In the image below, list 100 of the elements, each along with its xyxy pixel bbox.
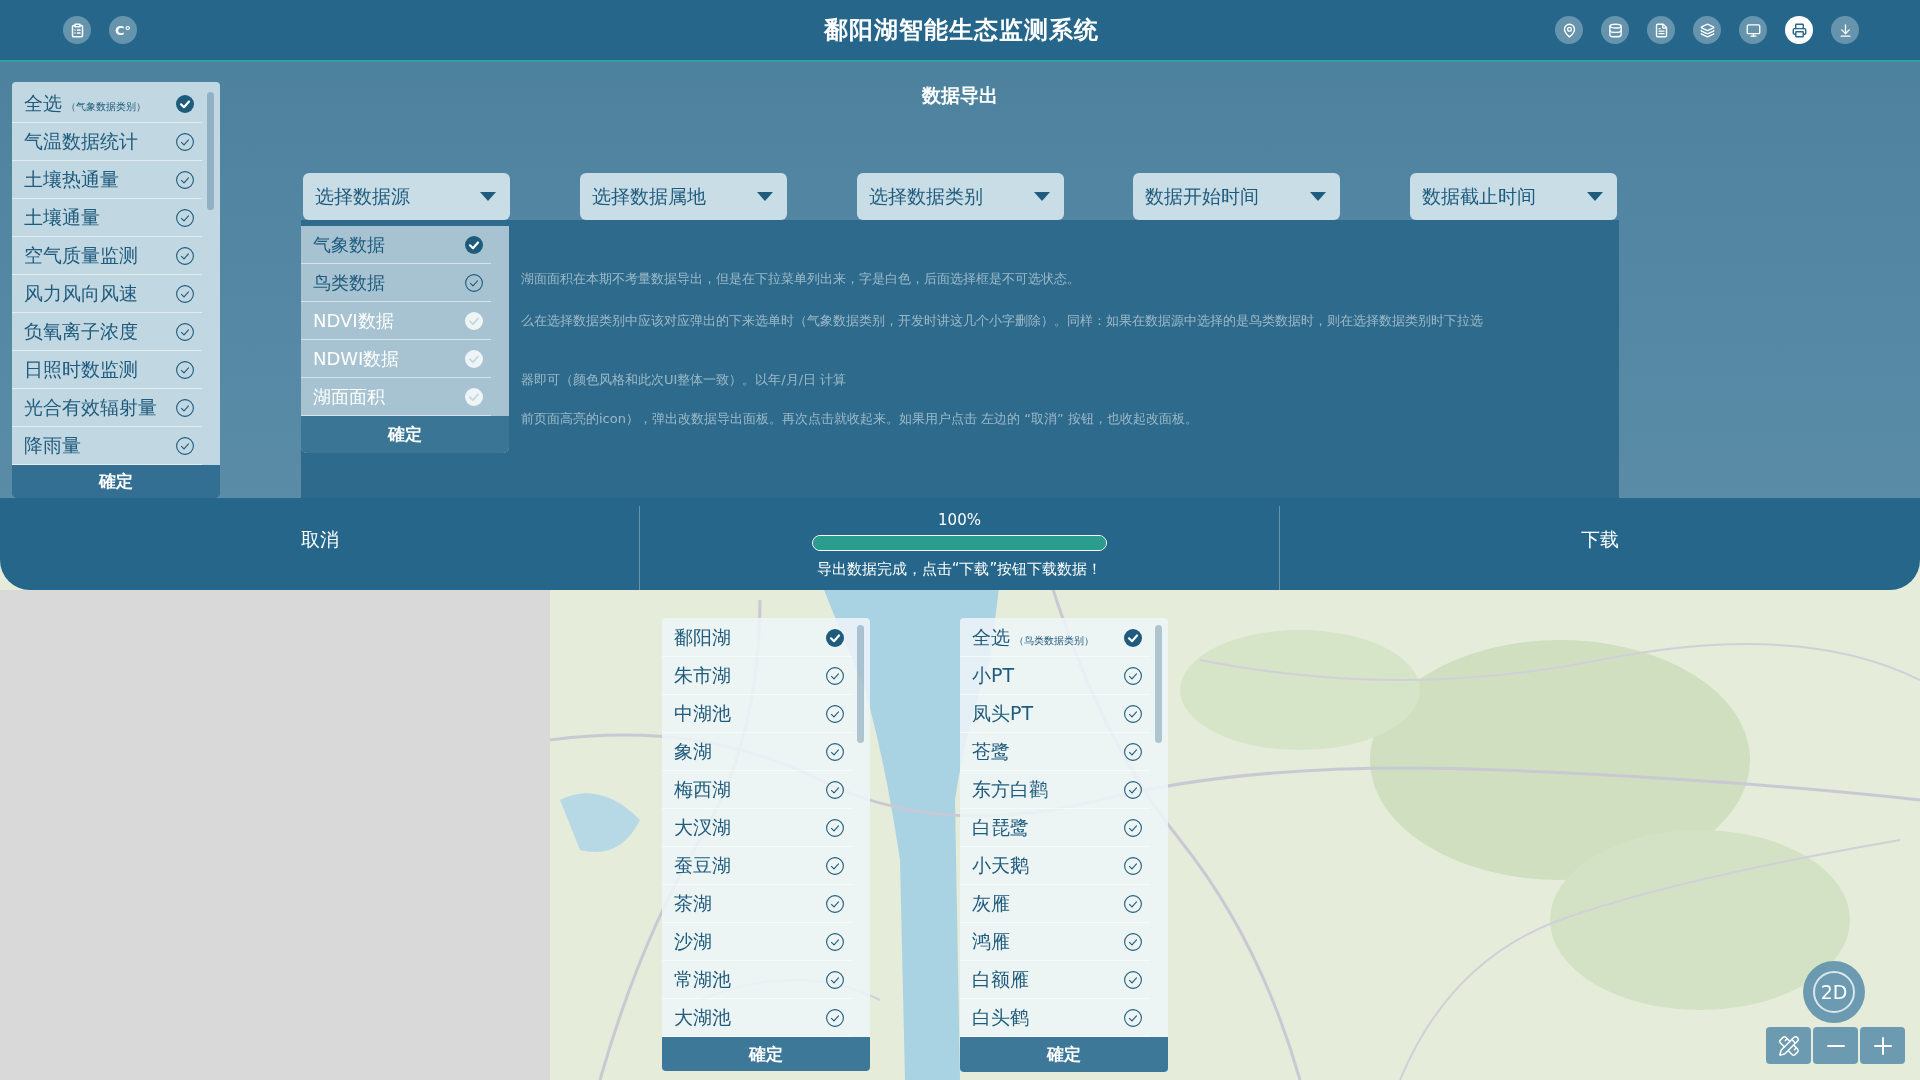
list-option[interactable]: 象湖 [662, 733, 852, 771]
check-circle-icon[interactable] [176, 208, 194, 227]
download-button[interactable]: 下载 [1567, 521, 1633, 559]
filled-check-icon[interactable] [176, 94, 194, 113]
map-pin-icon [1561, 22, 1577, 38]
list-option[interactable]: 常湖池 [662, 961, 852, 999]
dropdown[interactable]: 数据开始时间 [1133, 173, 1341, 220]
confirm-button[interactable]: 確定 [662, 1037, 870, 1071]
check-circle-icon[interactable] [176, 284, 194, 303]
check-circle-icon[interactable] [1124, 894, 1142, 913]
list-option[interactable]: 灰雁 [960, 885, 1150, 923]
list-option[interactable]: 日照时数监测 [12, 351, 202, 389]
list-option[interactable]: 鸟类数据 [301, 264, 491, 302]
list-option[interactable]: 白额雁 [960, 961, 1150, 999]
scrollbar[interactable] [857, 625, 864, 743]
check-circle-icon[interactable] [176, 436, 194, 455]
dropdown[interactable]: 选择数据类别 [856, 173, 1064, 220]
unit-button[interactable]: C° [109, 16, 137, 44]
check-circle-icon[interactable] [826, 666, 844, 685]
check-circle-icon[interactable] [176, 398, 194, 417]
check-circle-icon[interactable] [465, 273, 483, 292]
list-option[interactable]: 东方白鹳 [960, 771, 1150, 809]
check-circle-icon[interactable] [826, 932, 844, 951]
list-option[interactable]: 茶湖 [662, 885, 852, 923]
check-circle-icon[interactable] [176, 132, 194, 151]
filled-check-icon[interactable] [465, 235, 483, 254]
list-option[interactable]: 梅西湖 [662, 771, 852, 809]
check-circle-icon[interactable] [826, 818, 844, 837]
list-option[interactable]: 全选 （鸟类数据类别） [960, 619, 1150, 657]
list-option[interactable]: 朱市湖 [662, 657, 852, 695]
check-circle-icon[interactable] [176, 322, 194, 341]
check-circle-icon[interactable] [1124, 818, 1142, 837]
note-text: 前页面高亮的icon），弹出改数据导出面板。再次点击就收起来。如果用户点击 左边的 “取消” 按钮，也收起改面板。 [521, 411, 1199, 427]
check-circle-icon[interactable] [826, 894, 844, 913]
monitor-icon [1745, 22, 1761, 38]
list-option[interactable]: 全选 （气象数据类别） [12, 85, 202, 123]
confirm-button[interactable]: 確定 [960, 1037, 1168, 1072]
cancel-button[interactable]: 取消 [286, 521, 353, 559]
scrollbar[interactable] [207, 92, 214, 210]
check-circle-icon[interactable] [176, 246, 194, 265]
check-circle-icon[interactable] [826, 1008, 844, 1027]
check-circle-icon[interactable] [176, 170, 194, 189]
check-circle-icon[interactable] [1124, 856, 1142, 875]
panel-title: 数据导出 [922, 84, 998, 106]
check-circle-icon[interactable] [826, 742, 844, 761]
toolbar-button[interactable] [1785, 16, 1813, 44]
list-option[interactable]: 风力风向风速 [12, 275, 202, 313]
list-option[interactable]: 土壤通量 [12, 199, 202, 237]
pencil-ruler-icon [1777, 1034, 1800, 1057]
list-option[interactable]: 光合有效辐射量 [12, 389, 202, 427]
confirm-button[interactable]: 確定 [301, 416, 509, 453]
toolbar-button[interactable] [1647, 16, 1675, 44]
status-message: 导出数据完成，点击“下载”按钮下载数据！ [816, 560, 1103, 578]
list-option[interactable]: 蚕豆湖 [662, 847, 852, 885]
list-option[interactable]: 沙湖 [662, 923, 852, 961]
list-option[interactable]: 气温数据统计 [12, 123, 202, 161]
check-circle-icon[interactable] [1124, 704, 1142, 723]
check-circle-icon[interactable] [1124, 1008, 1142, 1027]
toolbar-button[interactable] [1831, 16, 1859, 44]
toolbar-button[interactable] [1555, 16, 1583, 44]
list-option[interactable]: 苍鹭 [960, 733, 1150, 771]
dropdown[interactable]: 选择数据属地 [579, 173, 787, 220]
caret-icon [1033, 192, 1050, 201]
check-circle-icon[interactable] [1124, 780, 1142, 799]
progress-reading: 100% [938, 511, 981, 529]
zoom-in-button[interactable] [1860, 1027, 1905, 1064]
list-option[interactable]: 小PT [960, 657, 1150, 695]
dropdown[interactable]: 数据截止时间 [1410, 173, 1617, 220]
confirm-button[interactable]: 確定 [12, 465, 220, 498]
check-circle-icon[interactable] [1124, 970, 1142, 989]
check-circle-icon[interactable] [826, 704, 844, 723]
toolbar-button[interactable] [1693, 16, 1721, 44]
scrollbar[interactable] [1155, 625, 1162, 743]
list-option[interactable]: 鸿雁 [960, 923, 1150, 961]
list-option[interactable]: 土壤热通量 [12, 161, 202, 199]
caret-icon [756, 192, 773, 201]
list-option[interactable]: 中湖池 [662, 695, 852, 733]
check-circle-icon[interactable] [826, 856, 844, 875]
list-option[interactable]: 白琵鹭 [960, 809, 1150, 847]
toolbar-button[interactable] [1601, 16, 1629, 44]
check-circle-icon[interactable] [1124, 666, 1142, 685]
database-icon [1607, 22, 1623, 38]
filled-check-icon[interactable] [826, 628, 844, 647]
list-option[interactable]: 凤头PT [960, 695, 1150, 733]
check-circle-icon[interactable] [1124, 932, 1142, 951]
list-option[interactable]: 小天鹅 [960, 847, 1150, 885]
check-circle-icon[interactable] [176, 360, 194, 379]
check-circle-icon[interactable] [826, 780, 844, 799]
minus-icon [1826, 1044, 1845, 1047]
check-circle-icon[interactable] [1124, 742, 1142, 761]
document-button[interactable] [63, 16, 91, 44]
check-circle-icon[interactable] [826, 970, 844, 989]
filled-check-icon[interactable] [1124, 628, 1142, 647]
measure-button[interactable] [1766, 1027, 1811, 1064]
list-option[interactable]: 负氧离子浓度 [12, 313, 202, 351]
dropdown[interactable]: 选择数据源 [303, 173, 510, 220]
toolbar-button[interactable] [1739, 16, 1767, 44]
list-option[interactable]: 鄱阳湖 [662, 619, 852, 657]
list-option[interactable]: 空气质量监测 [12, 237, 202, 275]
list-option[interactable]: 大汊湖 [662, 809, 852, 847]
